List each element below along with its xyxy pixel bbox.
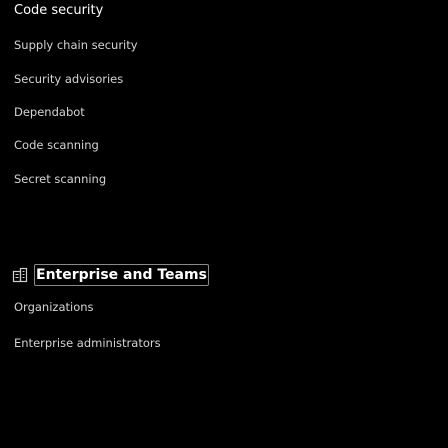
menu-item-enterprise-administrators[interactable]: Enterprise administrators xyxy=(14,336,161,350)
menu-item-secret-scanning[interactable]: Secret scanning xyxy=(14,172,106,186)
enterprise-building-icon xyxy=(12,267,28,283)
menu-item-code-scanning[interactable]: Code scanning xyxy=(14,138,99,152)
enterprise-category-row[interactable]: Enterprise and Teams xyxy=(12,264,209,286)
menu-item-organizations[interactable]: Organizations xyxy=(14,300,94,314)
menu-item-dependabot[interactable]: Dependabot xyxy=(14,105,85,119)
menu-item-security-advisories[interactable]: Security advisories xyxy=(14,72,123,86)
menu-item-supply-chain-security[interactable]: Supply chain security xyxy=(14,38,138,52)
code-security-heading[interactable]: Code security xyxy=(14,3,103,18)
enterprise-heading[interactable]: Enterprise and Teams xyxy=(34,264,209,286)
